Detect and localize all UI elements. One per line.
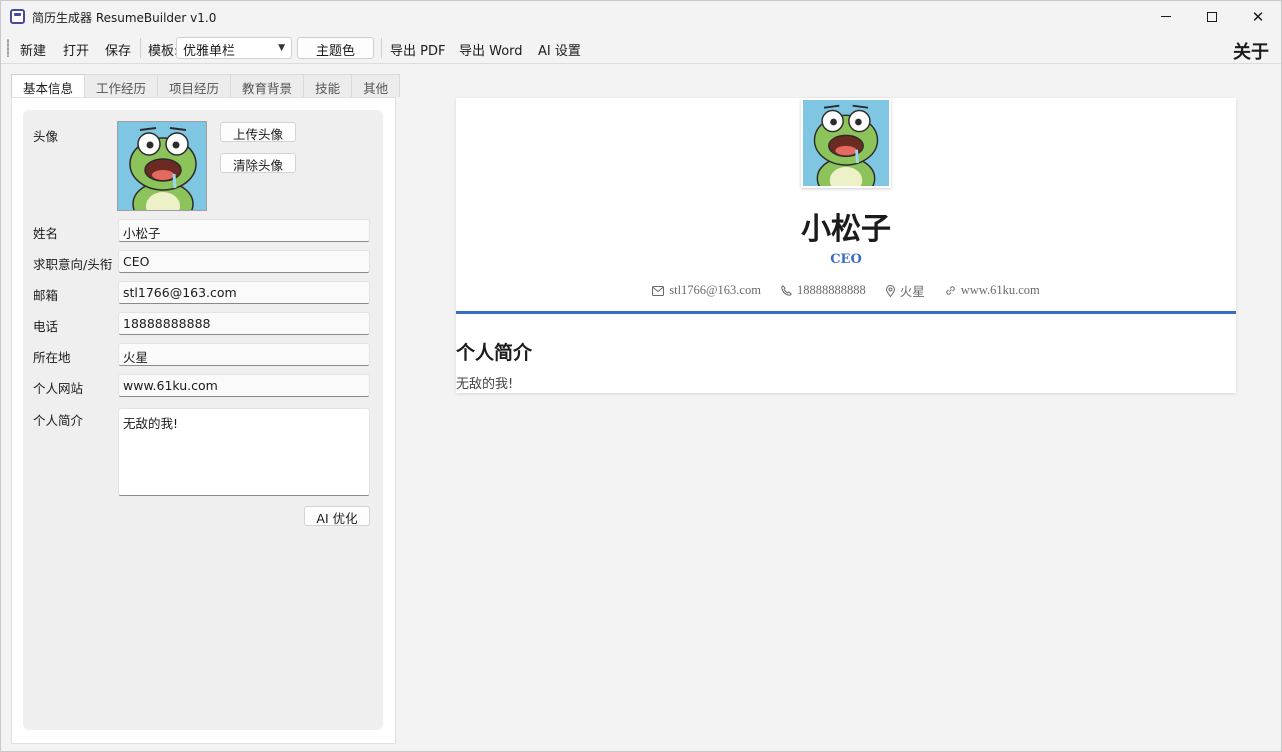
link-icon <box>945 286 955 295</box>
maximize-icon <box>1207 11 1217 22</box>
chevron-down-icon: ▼ <box>278 43 285 53</box>
phone-label: 电话 <box>33 319 59 334</box>
frog-avatar-image <box>803 100 889 186</box>
title-bar: 简历生成器 ResumeBuilder v1.0 ✕ <box>1 1 1281 32</box>
preview-website: www.61ku.com <box>945 281 1040 300</box>
preview-phone-text: 18888888888 <box>796 283 866 297</box>
preview-job-title: CEO <box>830 252 862 267</box>
tab-other[interactable]: 其他 <box>351 74 401 97</box>
summary-textarea[interactable]: 无敌的我! <box>118 408 370 496</box>
toolbar-grip-icon[interactable] <box>7 39 9 57</box>
preview-name: 小松子 <box>801 212 891 247</box>
tab-bar: 基本信息 工作经历 项目经历 教育背景 技能 其他 <box>11 74 401 98</box>
website-label: 个人网站 <box>33 381 84 396</box>
email-label: 邮箱 <box>33 288 59 303</box>
export-pdf-button[interactable]: 导出 PDF <box>390 40 445 59</box>
summary-label: 个人简介 <box>33 413 84 428</box>
app-icon <box>10 9 25 24</box>
preview-phone: 18888888888 <box>781 281 866 300</box>
template-label: 模板: <box>148 44 179 59</box>
job-title-input[interactable]: CEO <box>118 250 370 273</box>
tab-projects[interactable]: 项目经历 <box>157 74 232 97</box>
preview-contacts: stl1766@163.com 18888888888 火星 www.61ku.… <box>456 281 1236 300</box>
frog-avatar-image <box>118 122 206 210</box>
avatar-label: 头像 <box>33 129 59 144</box>
save-button[interactable]: 保存 <box>105 40 131 59</box>
tab-education[interactable]: 教育背景 <box>230 74 305 97</box>
upload-avatar-button[interactable]: 上传头像 <box>220 122 296 142</box>
tab-skills[interactable]: 技能 <box>303 74 353 97</box>
theme-color-button[interactable]: 主题色 <box>297 37 374 59</box>
ai-settings-button[interactable]: AI 设置 <box>538 40 581 59</box>
preview-location: 火星 <box>885 281 925 300</box>
email-input[interactable]: stl1766@163.com <box>118 281 370 304</box>
toolbar-separator <box>140 38 141 58</box>
name-input[interactable]: 小松子 <box>118 219 370 242</box>
app-window: 简历生成器 ResumeBuilder v1.0 ✕ 新建 打开 保存 模板: … <box>0 0 1282 752</box>
preview-summary-heading: 个人简介 <box>456 342 533 364</box>
location-label: 所在地 <box>33 350 71 365</box>
toolbar-separator <box>381 38 382 58</box>
basic-info-form: 头像 上传头像 清除头像 姓名 小松子 求职意向/头衔 CEO 邮箱 stl17… <box>23 110 383 730</box>
preview-email: stl1766@163.com <box>652 281 761 300</box>
preview-divider <box>456 311 1236 314</box>
avatar <box>117 121 207 211</box>
tab-content: 头像 上传头像 清除头像 姓名 小松子 求职意向/头衔 CEO 邮箱 stl17… <box>11 97 396 744</box>
close-icon: ✕ <box>1251 7 1265 26</box>
about-button[interactable]: 关于 <box>1233 38 1269 64</box>
open-button[interactable]: 打开 <box>63 40 89 59</box>
template-select[interactable]: 优雅单栏 ▼ <box>176 37 292 59</box>
minimize-icon <box>1161 16 1171 17</box>
close-button[interactable]: ✕ <box>1235 1 1281 32</box>
preview-website-text: www.61ku.com <box>960 283 1040 297</box>
preview-summary-text: 无敌的我! <box>456 377 514 392</box>
new-button[interactable]: 新建 <box>20 40 46 59</box>
ai-optimize-button[interactable]: AI 优化 <box>304 506 370 526</box>
phone-input[interactable]: 18888888888 <box>118 312 370 335</box>
preview-email-text: stl1766@163.com <box>669 283 761 297</box>
window-title: 简历生成器 ResumeBuilder v1.0 <box>32 11 217 25</box>
template-select-value: 优雅单栏 <box>183 44 236 59</box>
website-input[interactable]: www.61ku.com <box>118 374 370 397</box>
toolbar: 新建 打开 保存 模板: 优雅单栏 ▼ 主题色 导出 PDF 导出 Word A… <box>1 32 1281 64</box>
export-word-button[interactable]: 导出 Word <box>459 40 523 59</box>
tab-work-experience[interactable]: 工作经历 <box>84 74 159 97</box>
clear-avatar-button[interactable]: 清除头像 <box>220 153 296 173</box>
resume-preview: 小松子 CEO stl1766@163.com 18888888888 火星 w… <box>456 98 1236 393</box>
name-label: 姓名 <box>33 226 59 241</box>
editor-panel: 基本信息 工作经历 项目经历 教育背景 技能 其他 头像 上传头像 清除头像 姓… <box>11 74 401 744</box>
mail-icon <box>652 285 665 296</box>
preview-location-text: 火星 <box>899 285 925 299</box>
job-title-label: 求职意向/头衔 <box>33 257 113 272</box>
preview-avatar <box>801 98 891 188</box>
maximize-button[interactable] <box>1189 1 1235 32</box>
minimize-button[interactable] <box>1143 1 1189 32</box>
tab-basic-info[interactable]: 基本信息 <box>11 74 86 98</box>
location-input[interactable]: 火星 <box>118 343 370 366</box>
location-pin-icon <box>885 284 895 297</box>
phone-icon <box>781 285 792 296</box>
